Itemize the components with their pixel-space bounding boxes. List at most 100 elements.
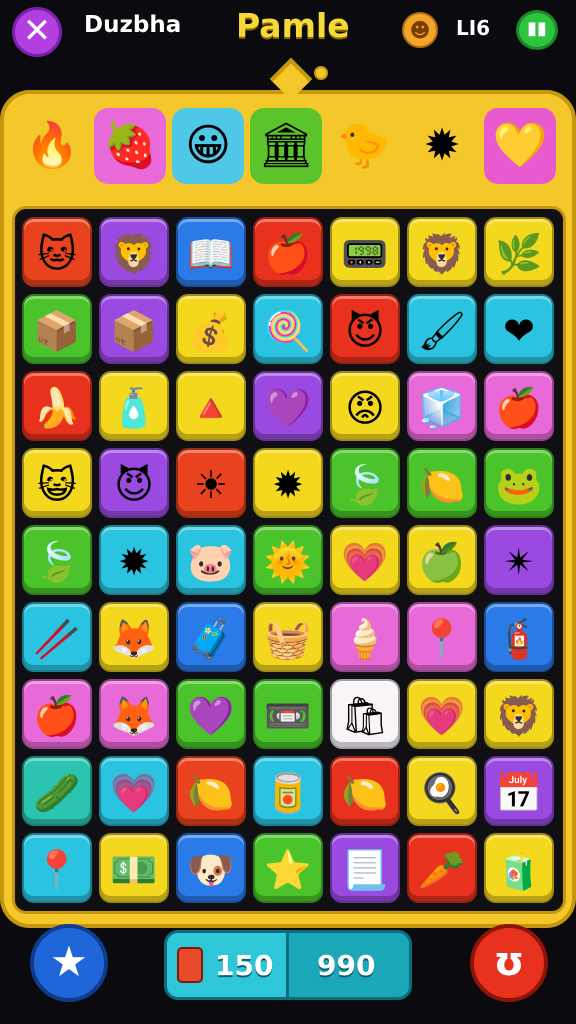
board-tile[interactable]: 🖌: [407, 294, 477, 364]
counter-value-right: 990: [317, 949, 376, 982]
board-tile[interactable]: 🍎: [253, 217, 323, 287]
tile-icon: 📟: [341, 232, 389, 276]
board-tile[interactable]: 💜: [253, 371, 323, 441]
board-tile[interactable]: 📃: [330, 833, 400, 903]
tile-icon: 🥒: [33, 771, 81, 815]
board-tile[interactable]: 😈: [99, 448, 169, 518]
tile-icon: 🛍: [340, 694, 390, 738]
board-tile[interactable]: 🍦: [330, 602, 400, 672]
star-button[interactable]: ★: [30, 924, 108, 1002]
board-tile[interactable]: 🥒: [22, 756, 92, 826]
hero-slot[interactable]: 🐤: [328, 108, 400, 184]
board-tile[interactable]: 💜: [176, 679, 246, 749]
tile-icon: 🧊: [418, 386, 466, 430]
tile-icon: 📅: [495, 771, 543, 815]
top-bar: ✕ Duzbha Pamle ☻ LI6 ▮▮: [0, 0, 576, 64]
hero-slot[interactable]: 💛: [484, 108, 556, 184]
star-icon: ★: [50, 937, 88, 986]
tile-icon: 💰: [187, 309, 235, 353]
board-tile[interactable]: 😡: [330, 371, 400, 441]
board-tile[interactable]: ✹: [99, 525, 169, 595]
tile-icon: 🔺: [187, 386, 235, 430]
board-tile[interactable]: 🥫: [253, 756, 323, 826]
board-tile[interactable]: 🦁: [99, 217, 169, 287]
tile-icon: 💵: [110, 848, 158, 892]
board-tile[interactable]: ✴: [484, 525, 554, 595]
tile-icon: 💗: [341, 540, 389, 584]
hero-slot[interactable]: 😀: [172, 108, 244, 184]
board-tile[interactable]: 🍋: [407, 448, 477, 518]
board-tile[interactable]: 💵: [99, 833, 169, 903]
tile-board: 🐱 🦁 📖 🍎 📟 🦁 🌿 📦 📦 💰 🍭 😈 🖌 ❤ 🍌 🧴 🔺 💜 😡 🧊 🍎 😺 😈 ☀ ✹ 🍃 🍋 🐸 🍃 ✹ 🐷 🌞 💗 🍏 ✴ 🥢 🦊 🧳 🧺 🍦…: [12, 206, 566, 914]
board-tile[interactable]: 🍌: [22, 371, 92, 441]
board-tile[interactable]: 📟: [330, 217, 400, 287]
board-tile[interactable]: 🍏: [407, 525, 477, 595]
board-tile[interactable]: 🐶: [176, 833, 246, 903]
board-tile[interactable]: 🧺: [253, 602, 323, 672]
tile-icon: 🍋: [418, 463, 466, 507]
board-tile[interactable]: 💗: [99, 756, 169, 826]
board-tile[interactable]: 📦: [99, 294, 169, 364]
board-tile[interactable]: 🐷: [176, 525, 246, 595]
menu-button[interactable]: ▮▮: [516, 10, 558, 50]
board-tile[interactable]: 🧯: [484, 602, 554, 672]
board-tile[interactable]: ❤: [484, 294, 554, 364]
tile-icon: 🦊: [110, 617, 158, 661]
board-tile[interactable]: ☀: [176, 448, 246, 518]
board-tile[interactable]: 🦁: [484, 679, 554, 749]
board-tile[interactable]: 🐸: [484, 448, 554, 518]
board-tile[interactable]: 💗: [330, 525, 400, 595]
magnet-icon: ʊ: [493, 939, 525, 985]
board-tile[interactable]: 📍: [407, 602, 477, 672]
board-tile[interactable]: 📖: [176, 217, 246, 287]
board-tile[interactable]: 🦊: [99, 679, 169, 749]
board-tile[interactable]: 😺: [22, 448, 92, 518]
board-tile[interactable]: 💗: [407, 679, 477, 749]
board-tile[interactable]: 📅: [484, 756, 554, 826]
board-tile[interactable]: 📦: [22, 294, 92, 364]
board-tile[interactable]: 🍎: [22, 679, 92, 749]
score-label: LI6: [456, 16, 491, 40]
hero-slot[interactable]: 🏛: [250, 108, 322, 184]
tile-icon: 🧃: [495, 848, 543, 892]
board-tile[interactable]: 📍: [22, 833, 92, 903]
board-tile[interactable]: 🧃: [484, 833, 554, 903]
board-tile[interactable]: 📼: [253, 679, 323, 749]
board-tile[interactable]: 🦁: [407, 217, 477, 287]
hero-slot[interactable]: 🍓: [94, 108, 166, 184]
tile-icon: 🐸: [495, 463, 543, 507]
board-tile[interactable]: ✹: [253, 448, 323, 518]
hero-slot[interactable]: 🔥: [16, 108, 88, 184]
board-tile[interactable]: 🍋: [176, 756, 246, 826]
board-tile[interactable]: 🧴: [99, 371, 169, 441]
action-button[interactable]: ʊ: [470, 924, 548, 1002]
board-tile[interactable]: 🔺: [176, 371, 246, 441]
board-tile[interactable]: 🌿: [484, 217, 554, 287]
board-tile[interactable]: 🍋: [330, 756, 400, 826]
board-tile[interactable]: 🌞: [253, 525, 323, 595]
board-tile[interactable]: 🍃: [330, 448, 400, 518]
board-tile[interactable]: 😈: [330, 294, 400, 364]
tile-icon: 🍎: [264, 232, 312, 276]
board-tile[interactable]: 🥕: [407, 833, 477, 903]
board-tile[interactable]: 🥢: [22, 602, 92, 672]
board-tile[interactable]: 🐱: [22, 217, 92, 287]
hero-slot[interactable]: ✹: [406, 108, 478, 184]
board-tile[interactable]: 🍎: [484, 371, 554, 441]
tile-icon: 📍: [33, 848, 81, 892]
board-tile[interactable]: 🧊: [407, 371, 477, 441]
board-tile[interactable]: 🧳: [176, 602, 246, 672]
tile-icon: 🦁: [418, 232, 466, 276]
board-tile[interactable]: 🍳: [407, 756, 477, 826]
close-button[interactable]: ✕: [12, 7, 62, 57]
board-tile[interactable]: ⭐: [253, 833, 323, 903]
player-name: Duzbha: [84, 12, 182, 38]
board-tile[interactable]: 💰: [176, 294, 246, 364]
board-tile[interactable]: 🍭: [253, 294, 323, 364]
tile-icon: 😺: [37, 463, 77, 507]
board-tile[interactable]: 🍃: [22, 525, 92, 595]
board-tile[interactable]: 🦊: [99, 602, 169, 672]
tile-icon: 🐷: [187, 540, 235, 584]
board-tile[interactable]: 🛍: [330, 679, 400, 749]
tile-icon: 🖌: [417, 309, 467, 353]
